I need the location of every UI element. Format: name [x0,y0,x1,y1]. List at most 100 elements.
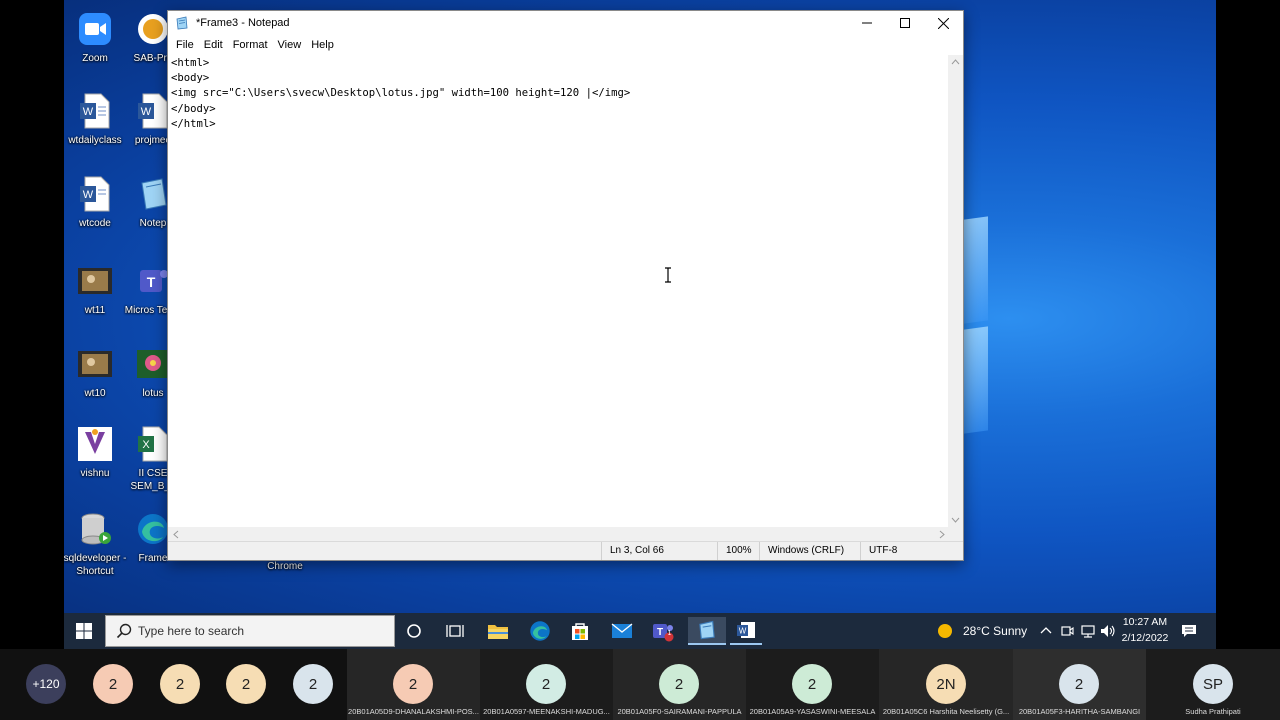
taskbar-file-explorer[interactable] [482,617,514,645]
status-cursor-position: Ln 3, Col 66 [601,542,718,560]
vertical-scrollbar[interactable] [948,55,963,527]
editor-content[interactable]: <html> <body> <img src="C:\Users\svecw\D… [171,56,947,132]
close-button[interactable] [924,11,962,35]
participant-tile[interactable]: 2N 20B01A05C6 Harshita Neelisetty (G... [879,649,1013,720]
taskbar-search-box[interactable]: Type here to search [105,615,395,647]
participant-tile[interactable]: 2 [90,649,160,720]
avatar: +120 [26,664,66,704]
zoom-app-icon [79,13,111,45]
avatar: 2 [526,664,566,704]
notepad-icon [699,620,715,640]
clock-time[interactable]: 10:27 AM [1120,616,1170,628]
database-icon [81,513,111,545]
video-file-icon [78,268,112,294]
taskbar-word[interactable]: W [730,617,762,645]
participant-tile[interactable]: 2 20B01A0597-MEENAKSHI-MADUG... [480,649,613,720]
participant-tile-overflow[interactable]: +120 [0,649,90,720]
excel-document-icon: X [138,426,168,462]
scroll-right-icon[interactable] [937,527,947,542]
avatar: 2 [1059,664,1099,704]
svg-text:T: T [147,274,156,290]
weather-text[interactable]: 28°C Sunny [963,624,1027,638]
participant-tile[interactable]: 2 20B01A05A9-YASASWINI-MEESALA [746,649,879,720]
svg-text:W: W [83,189,94,201]
taskbar-notepad-active[interactable] [688,617,726,645]
word-document-icon: W [80,176,110,212]
minimize-icon [862,22,872,24]
screen: Zoom SAB-Pro W wtdailyclass W projmee W … [0,0,1280,720]
svg-text:X: X [142,439,150,451]
mail-icon [611,623,633,638]
status-line-ending: Windows (CRLF) [759,542,861,560]
edge-icon [138,514,168,544]
participant-name: Sudha Prathipati [1185,707,1241,716]
participant-tile[interactable]: SP Sudha Prathipati [1146,649,1280,720]
taskbar-mail[interactable] [606,617,638,645]
meet-now-icon[interactable] [1060,624,1074,638]
windows-start-icon [76,623,92,639]
title-bar[interactable]: *Frame3 - Notepad [168,11,963,35]
menu-view[interactable]: View [273,39,307,51]
tray-chevron-up-icon[interactable] [1040,625,1052,635]
participant-name: 20B01A05F3-HARITHA-SAMBANGI [1018,707,1141,716]
avatar: 2 [659,664,699,704]
horizontal-scrollbar[interactable] [168,527,950,542]
image-file-icon [137,350,169,378]
clock-date[interactable]: 2/12/2022 [1120,632,1170,644]
weather-sun-icon [938,624,952,638]
taskbar-edge[interactable] [524,617,556,645]
app-icon [138,14,168,44]
participant-tile[interactable]: 2 20B01A05F3-HARITHA-SAMBANGI [1013,649,1146,720]
participant-name: 20B01A05D9-DHANALAKSHMI-POS... [348,707,479,716]
notepad-app-icon [176,16,188,30]
menu-edit[interactable]: Edit [199,39,228,51]
task-view-button[interactable] [439,617,471,645]
word-document-icon: W [80,93,110,129]
start-button[interactable] [68,617,100,645]
taskbar: Type here to search T 1 W 28°C Sunny 10:… [64,613,1216,649]
status-encoding: UTF-8 [860,542,964,560]
avatar: 2 [226,664,266,704]
participant-tile[interactable]: 2 20B01A05D9-DHANALAKSHMI-POS... [347,649,480,720]
network-icon[interactable] [1080,624,1096,638]
desktop-icon-label: Chrome [267,561,303,572]
scroll-left-icon[interactable] [171,527,181,542]
participant-tile[interactable]: 2 20B01A05F0-SAIRAMANI-PAPPULA [613,649,746,720]
status-zoom: 100% [717,542,760,560]
participant-strip: +120 2 2 2 2 2 20B01A05D9-DHANALAKSHMI-P… [0,649,1280,720]
notifications-icon[interactable] [1181,624,1197,638]
menu-file[interactable]: File [171,39,199,51]
text-cursor-icon [665,267,671,283]
participant-name: 20B01A0597-MEENAKSHI-MADUG... [483,707,610,716]
avatar: 2 [792,664,832,704]
participant-tile[interactable]: 2 [290,649,347,720]
avatar: 2 [293,664,333,704]
store-icon [572,623,588,640]
task-view-icon [446,625,464,637]
scroll-down-icon[interactable] [948,515,963,525]
maximize-button[interactable] [886,11,924,35]
volume-icon[interactable] [1100,624,1116,638]
window-title: *Frame3 - Notepad [196,17,290,29]
video-file-icon [78,351,112,377]
avatar: 2 [160,664,200,704]
participant-tile[interactable]: 2 [223,649,293,720]
participant-name: 20B01A05A9-YASASWINI-MEESALA [749,707,876,716]
minimize-button[interactable] [848,11,886,35]
participant-name: 20B01A05C6 Harshita Neelisetty (G... [882,707,1010,716]
menu-help[interactable]: Help [306,39,339,51]
cortana-button[interactable] [398,617,430,645]
participant-tile[interactable]: 2 [157,649,227,720]
notepad-window[interactable]: *Frame3 - Notepad File Edit Format View … [167,10,964,561]
scroll-up-icon[interactable] [948,57,963,67]
edge-icon [530,621,550,641]
taskbar-teams[interactable]: T 1 [647,617,679,645]
text-editor[interactable]: <html> <body> <img src="C:\Users\svecw\D… [168,55,950,527]
svg-text:W: W [83,106,94,118]
search-icon [116,623,132,639]
menu-format[interactable]: Format [228,39,273,51]
taskbar-store[interactable] [564,617,596,645]
avatar: 2 [393,664,433,704]
status-bar: Ln 3, Col 66 100% Windows (CRLF) UTF-8 [168,541,963,560]
vishnu-logo-icon [78,427,112,461]
